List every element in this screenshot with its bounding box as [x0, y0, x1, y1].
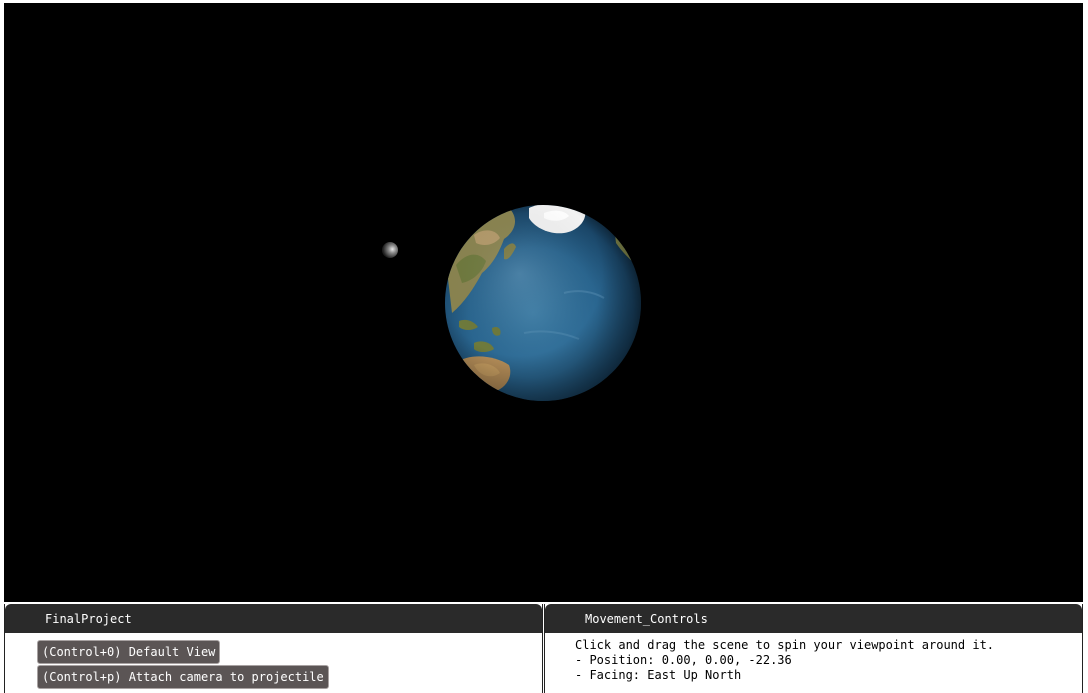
movement-controls-panel-body: Click and drag the scene to spin your vi… [545, 633, 1082, 693]
position-readout: - Position: 0.00, 0.00, -22.36 [575, 653, 792, 667]
facing-readout: - Facing: East Up North [575, 668, 742, 682]
movement-controls-panel: Movement_Controls Click and drag the sce… [544, 604, 1083, 693]
final-project-panel: FinalProject (Control+0) Default View (C… [4, 604, 543, 693]
default-view-button[interactable]: (Control+0) Default View [37, 640, 221, 664]
moon-projectile [382, 242, 398, 258]
attach-camera-to-projectile-button[interactable]: (Control+p) Attach camera to projectile [37, 665, 329, 689]
instruction-text: Click and drag the scene to spin your vi… [575, 638, 995, 652]
movement-controls-panel-title: Movement_Controls [545, 604, 1082, 633]
scene-canvas[interactable] [4, 3, 1083, 602]
final-project-panel-title: FinalProject [5, 604, 542, 633]
scene-viewport [382, 205, 641, 401]
app-window: FinalProject (Control+0) Default View (C… [0, 0, 1088, 693]
earth-planet [445, 205, 641, 401]
final-project-panel-body: (Control+0) Default View (Control+p) Att… [5, 633, 542, 693]
